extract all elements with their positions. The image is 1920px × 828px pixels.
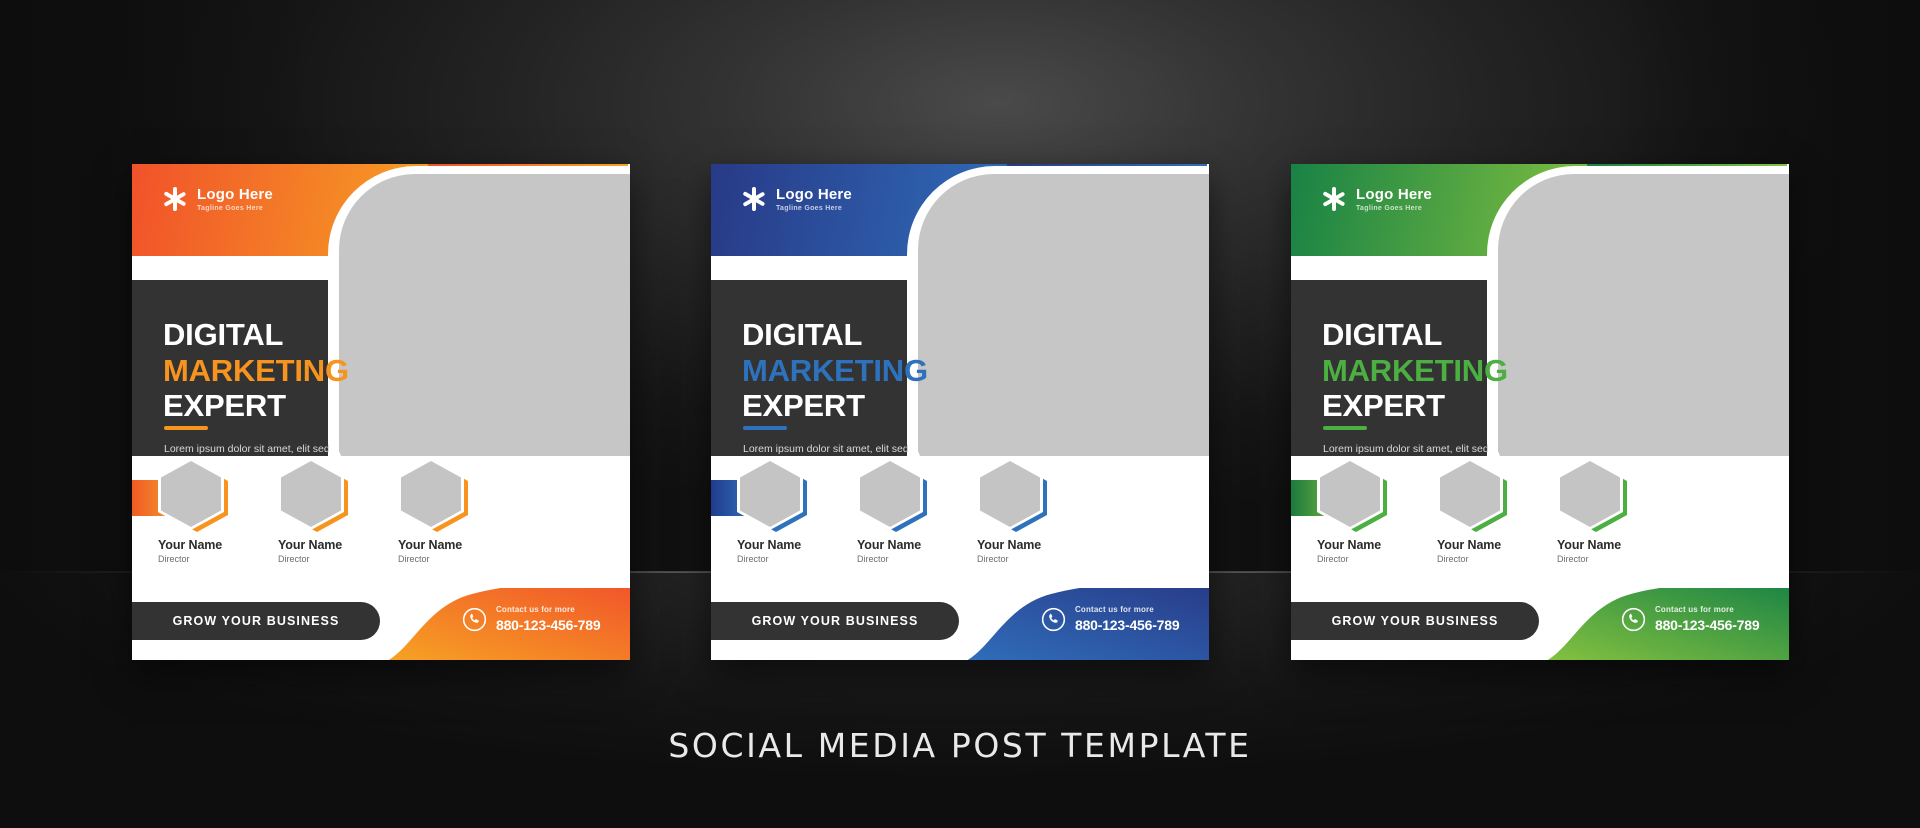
phone-icon [1621, 607, 1646, 631]
headline-underline [164, 426, 208, 430]
card-footer: GROW YOUR BUSINESS Contact us for more 8… [132, 588, 630, 660]
contact-label: Contact us for more [496, 605, 575, 614]
headline: DIGITAL MARKETING EXPERT [1322, 319, 1508, 422]
member-name: Your Name [398, 538, 463, 552]
subtext-line-1: Lorem ipsum dolor sit amet, elit sed [164, 443, 330, 455]
subtext-line-1: Lorem ipsum dolor sit amet, elit sed [743, 443, 909, 455]
headline-line-3: EXPERT [742, 388, 865, 424]
social-post-card-orange[interactable]: Logo Here Tagline Goes Here DIGITAL MARK… [132, 164, 630, 660]
member-role: Director [398, 554, 430, 564]
avatar[interactable] [857, 458, 927, 532]
grow-your-business-button[interactable]: GROW YOUR BUSINESS [1291, 602, 1539, 640]
headline-line-3: EXPERT [1322, 388, 1445, 424]
logo[interactable]: Logo Here Tagline Goes Here [162, 186, 273, 212]
card-footer: GROW YOUR BUSINESS Contact us for more 8… [1291, 588, 1789, 660]
logo-name: Logo Here [1356, 185, 1432, 203]
logo-name: Logo Here [776, 185, 852, 203]
team-row: Your Name Director Your Name Director Yo… [132, 458, 630, 588]
member-name: Your Name [977, 538, 1042, 552]
contact-phone: 880-123-456-789 [1075, 617, 1180, 633]
headline-line-1: DIGITAL [742, 317, 863, 352]
asterisk-icon [741, 186, 767, 212]
asterisk-icon [162, 186, 188, 212]
contact-label: Contact us for more [1075, 605, 1154, 614]
contact-block[interactable]: Contact us for more 880-123-456-789 [1041, 605, 1180, 633]
avatar[interactable] [977, 458, 1047, 532]
team-row: Your Name Director Your Name Director Yo… [711, 458, 1209, 588]
headline-line-2: MARKETING [163, 352, 349, 388]
asterisk-icon [1321, 186, 1347, 212]
team-member[interactable]: Your Name Director [1557, 458, 1707, 564]
phone-icon [462, 607, 487, 631]
avatar[interactable] [1557, 458, 1627, 532]
phone-icon [1041, 607, 1066, 631]
contact-phone: 880-123-456-789 [1655, 617, 1760, 633]
page-caption: SOCIAL MEDIA POST TEMPLATE [668, 726, 1252, 765]
headline: DIGITAL MARKETING EXPERT [742, 319, 928, 422]
team-member[interactable]: Your Name Director [398, 458, 548, 564]
social-post-card-green[interactable]: Logo Here Tagline Goes Here DIGITAL MARK… [1291, 164, 1789, 660]
avatar[interactable] [737, 458, 807, 532]
social-post-card-blue[interactable]: Logo Here Tagline Goes Here DIGITAL MARK… [711, 164, 1209, 660]
contact-block[interactable]: Contact us for more 880-123-456-789 [1621, 605, 1760, 633]
logo[interactable]: Logo Here Tagline Goes Here [741, 186, 852, 212]
member-name: Your Name [1557, 538, 1622, 552]
headline-underline [1323, 426, 1367, 430]
headline-line-2: MARKETING [742, 352, 928, 388]
team-row: Your Name Director Your Name Director Yo… [1291, 458, 1789, 588]
logo[interactable]: Logo Here Tagline Goes Here [1321, 186, 1432, 212]
headline-line-2: MARKETING [1322, 352, 1508, 388]
headline-line-3: EXPERT [163, 388, 286, 424]
headline: DIGITAL MARKETING EXPERT [163, 319, 349, 422]
headline-line-1: DIGITAL [163, 317, 284, 352]
logo-tagline: Tagline Goes Here [197, 204, 264, 212]
grow-your-business-button[interactable]: GROW YOUR BUSINESS [132, 602, 380, 640]
card-footer: GROW YOUR BUSINESS Contact us for more 8… [711, 588, 1209, 660]
logo-name: Logo Here [197, 185, 273, 203]
headline-underline [743, 426, 787, 430]
poster-stage: Logo Here Tagline Goes Here DIGITAL MARK… [0, 0, 1920, 828]
avatar[interactable] [278, 458, 348, 532]
avatar[interactable] [158, 458, 228, 532]
grow-your-business-button[interactable]: GROW YOUR BUSINESS [711, 602, 959, 640]
contact-label: Contact us for more [1655, 605, 1734, 614]
avatar[interactable] [1437, 458, 1507, 532]
avatar[interactable] [1317, 458, 1387, 532]
avatar[interactable] [398, 458, 468, 532]
member-role: Director [1557, 554, 1589, 564]
subtext-line-1: Lorem ipsum dolor sit amet, elit sed [1323, 443, 1489, 455]
team-member[interactable]: Your Name Director [977, 458, 1127, 564]
headline-line-1: DIGITAL [1322, 317, 1443, 352]
contact-block[interactable]: Contact us for more 880-123-456-789 [462, 605, 601, 633]
member-role: Director [977, 554, 1009, 564]
logo-tagline: Tagline Goes Here [776, 204, 843, 212]
logo-tagline: Tagline Goes Here [1356, 204, 1423, 212]
contact-phone: 880-123-456-789 [496, 617, 601, 633]
